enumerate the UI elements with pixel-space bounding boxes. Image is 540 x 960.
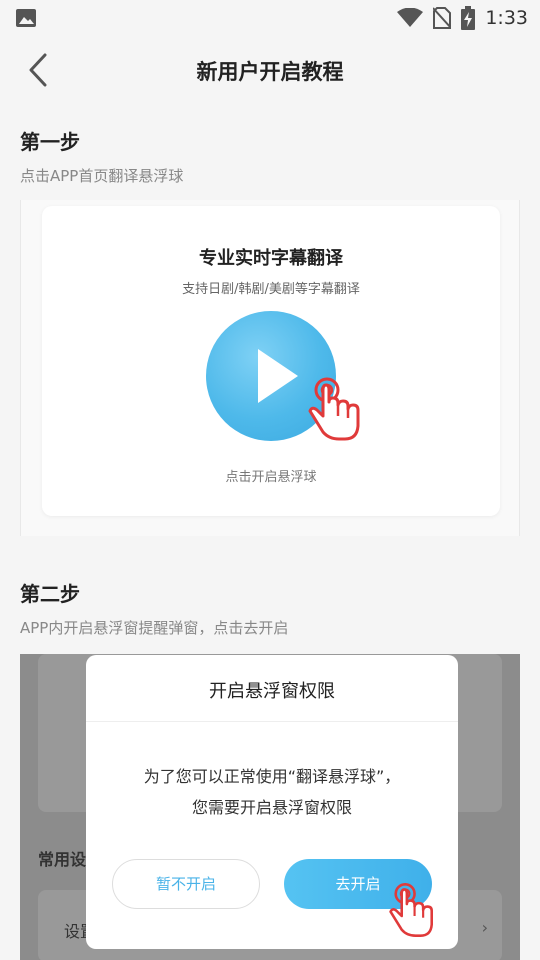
- step1-description: 点击APP首页翻译悬浮球: [20, 167, 184, 185]
- chevron-right-icon: ›: [481, 918, 488, 937]
- app-home-card: 专业实时字幕翻译 支持日剧/韩剧/美剧等字幕翻译 点击开启悬浮球: [42, 206, 500, 516]
- pointing-hand-icon: [389, 883, 433, 937]
- wifi-icon: [397, 8, 424, 27]
- clock: 1:33: [485, 7, 528, 29]
- card-title: 专业实时字幕翻译: [199, 248, 343, 269]
- permission-dialog: 开启悬浮窗权限 为了您可以正常使用“翻译悬浮球”， 您需要开启悬浮窗权限 暂不开…: [86, 655, 458, 949]
- step1-illustration: 专业实时字幕翻译 支持日剧/韩剧/美剧等字幕翻译 点击开启悬浮球: [20, 200, 520, 536]
- dialog-title: 开启悬浮窗权限: [209, 681, 335, 702]
- step1-title: 第一步: [20, 130, 80, 154]
- gallery-icon: [16, 9, 36, 27]
- card-caption: 点击开启悬浮球: [225, 470, 317, 485]
- dialog-message-line2: 您需要开启悬浮窗权限: [191, 798, 352, 817]
- step2-title: 第二步: [20, 582, 80, 606]
- header: 新用户开启教程: [0, 36, 540, 104]
- no-sim-icon: [433, 7, 452, 29]
- not-now-button[interactable]: 暂不开启: [112, 859, 260, 909]
- status-bar: 1:33: [0, 0, 540, 36]
- dialog-message-line1: 为了您可以正常使用“翻译悬浮球”，: [143, 767, 401, 786]
- page-title: 新用户开启教程: [196, 60, 344, 84]
- pointing-hand-icon: [308, 377, 360, 441]
- dialog-message: 为了您可以正常使用“翻译悬浮球”， 您需要开启悬浮窗权限: [86, 761, 458, 823]
- play-icon: [258, 349, 298, 403]
- background-section-label: 常用设: [38, 850, 87, 869]
- card-subtitle: 支持日剧/韩剧/美剧等字幕翻译: [182, 282, 360, 297]
- step2-description: APP内开启悬浮窗提醒弹窗，点击去开启: [20, 619, 289, 637]
- battery-charging-icon: [461, 6, 476, 30]
- divider: [86, 721, 458, 722]
